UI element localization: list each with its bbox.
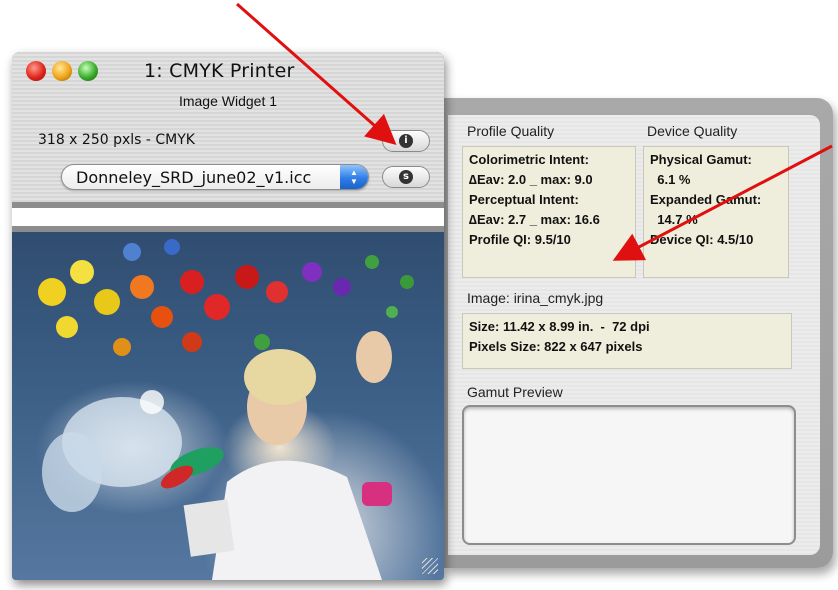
info-button[interactable]: i: [382, 130, 430, 152]
profile-quality-label: Profile Quality: [467, 123, 555, 139]
device-quality-line: 14.7 %: [650, 212, 698, 227]
close-window-button[interactable]: [26, 61, 46, 81]
profile-popup-value: Donneley_SRD_june02_v1.icc: [76, 168, 312, 187]
device-quality-box: Physical Gamut: 6.1 % Expanded Gamut: 14…: [643, 146, 789, 278]
s-button[interactable]: s: [382, 166, 430, 188]
resize-grip[interactable]: [422, 558, 438, 574]
image-dimensions: 318 x 250 pxls - CMYK: [38, 132, 195, 148]
profile-quality-box: Colorimetric Intent: ∆Eav: 2.0 _ max: 9.…: [462, 146, 636, 278]
water-splash: [42, 390, 182, 512]
widget-subtitle: Image Widget 1: [178, 93, 278, 109]
up-down-arrows-icon: ▲ ▼: [340, 165, 368, 189]
device-qi-value: Device QI: 4.5/10: [650, 232, 754, 247]
s-icon: s: [399, 170, 413, 184]
image-top-strip: [12, 208, 444, 226]
image-name-label: Image: irina_cmyk.jpg: [467, 290, 604, 306]
photo-illustration: [38, 239, 414, 580]
gamut-preview-area: [462, 405, 796, 545]
window-title: 1: CMYK Printer: [144, 60, 295, 82]
image-size-line: Size: 11.42 x 8.99 in. - 72 dpi: [469, 319, 650, 334]
image-preview: [12, 232, 444, 580]
profile-quality-line: Colorimetric Intent:: [469, 152, 589, 167]
minimize-window-button[interactable]: [52, 61, 72, 81]
device-quality-line: Expanded Gamut:: [650, 192, 762, 207]
zoom-window-button[interactable]: [78, 61, 98, 81]
device-quality-label: Device Quality: [647, 123, 738, 139]
device-quality-line: 6.1 %: [650, 172, 691, 187]
flower-burst: [38, 239, 414, 356]
image-info-box: Size: 11.42 x 8.99 in. - 72 dpi Pixels S…: [462, 313, 792, 369]
image-pixel-size-line: Pixels Size: 822 x 647 pixels: [469, 339, 643, 354]
profile-qi-value: Profile QI: 9.5/10: [469, 232, 571, 247]
profile-quality-line: Perceptual Intent:: [469, 192, 579, 207]
profile-popup-menu[interactable]: Donneley_SRD_june02_v1.icc ▲ ▼: [61, 164, 369, 190]
gamut-preview-label: Gamut Preview: [467, 384, 563, 400]
device-quality-line: Physical Gamut:: [650, 152, 752, 167]
image-widget-window: 1: CMYK Printer Image Widget 1 318 x 250…: [12, 52, 444, 580]
profile-quality-line: ∆Eav: 2.0 _ max: 9.0: [469, 172, 593, 187]
profile-quality-line: ∆Eav: 2.7 _ max: 16.6: [469, 212, 600, 227]
info-icon: i: [399, 134, 413, 148]
